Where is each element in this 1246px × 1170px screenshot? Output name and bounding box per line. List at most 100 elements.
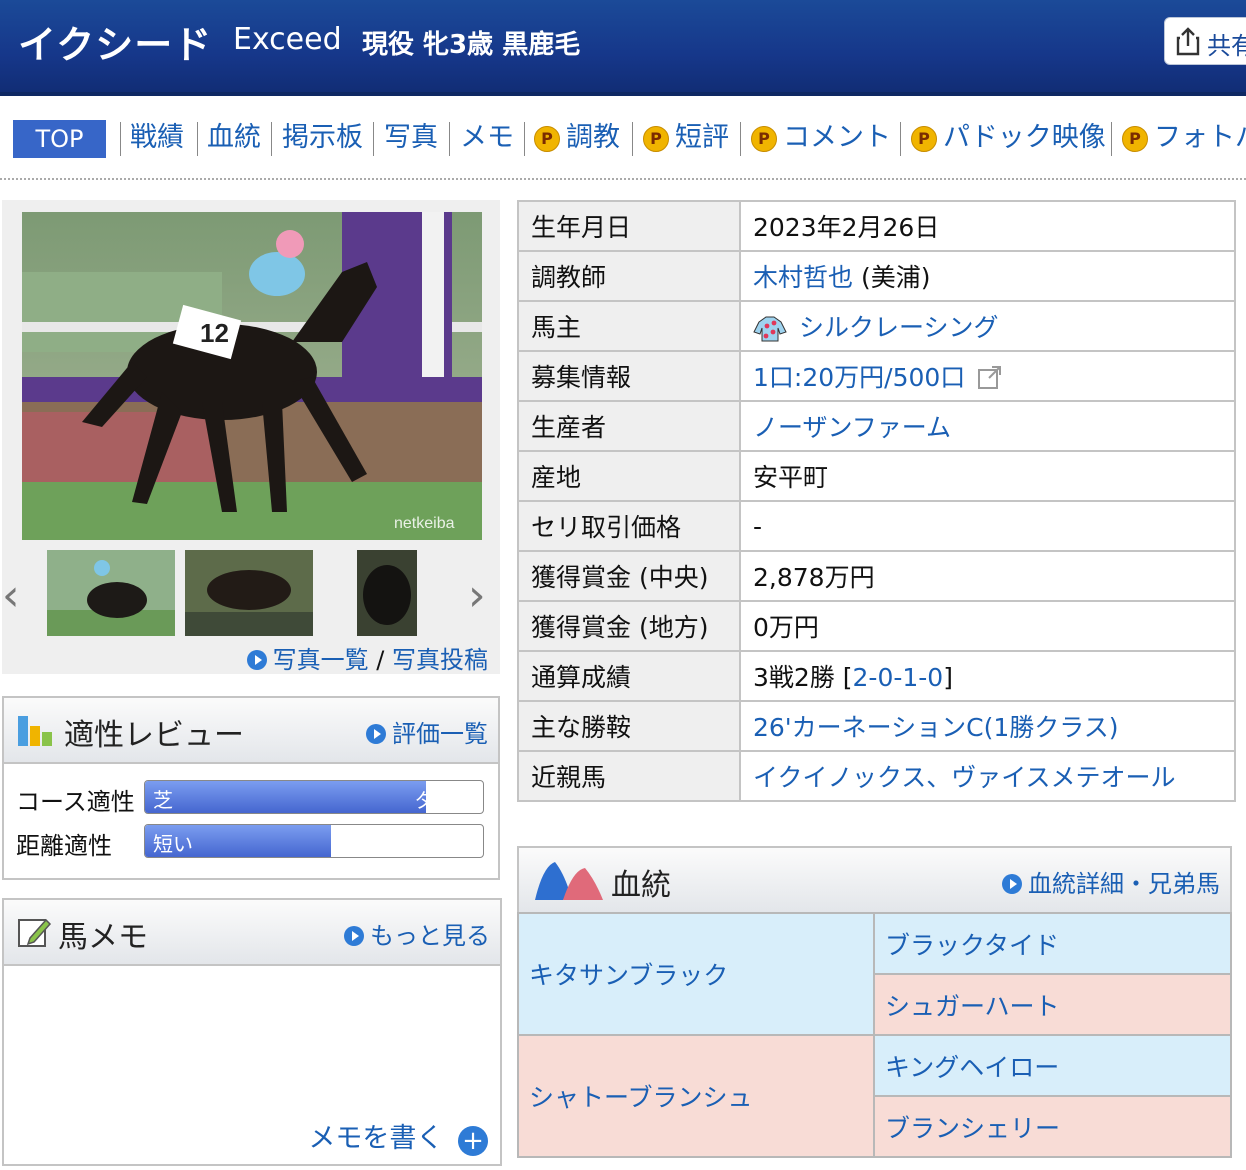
profile-row: 調教師 木村哲也 (美浦) xyxy=(517,250,1236,302)
relatives-link[interactable]: イクイノックス、ヴァイスメテオール xyxy=(753,763,1176,792)
profile-row: 獲得賞金 (中央) 2,878万円 xyxy=(517,550,1236,602)
tab-label: パドック映像 xyxy=(943,122,1106,153)
tab-results[interactable]: 戦績 xyxy=(130,120,184,156)
premium-icon: P xyxy=(643,126,669,152)
profile-row: 主な勝鞍 26'カーネーションC(1勝クラス) xyxy=(517,700,1236,752)
memo-more-label: もっと見る xyxy=(370,922,490,950)
profile-key: 生年月日 xyxy=(517,200,741,252)
auction-price: - xyxy=(739,500,1236,552)
prev-arrow-icon[interactable]: ‹ xyxy=(2,570,20,621)
distance-aptitude-bar: 短い 長い xyxy=(144,824,484,858)
profile-key: 馬主 xyxy=(517,300,741,352)
next-arrow-icon[interactable]: › xyxy=(468,570,486,621)
tab-divider xyxy=(120,122,121,156)
tab-training[interactable]: P 調教 xyxy=(534,120,620,156)
profile-key: セリ取引価格 xyxy=(517,500,741,552)
trainer-location: (美浦) xyxy=(853,263,931,292)
share-label: 共有 xyxy=(1207,32,1246,60)
photo-list-link[interactable]: 写真一覧 xyxy=(273,646,369,674)
tab-bbs[interactable]: 掲示板 xyxy=(282,120,363,156)
nav-divider xyxy=(0,178,1246,180)
dam[interactable]: シャトーブランシュ xyxy=(517,1034,875,1158)
breeder-link[interactable]: ノーザンファーム xyxy=(753,413,951,442)
tab-short-review[interactable]: P 短評 xyxy=(643,120,729,156)
arrow-circle-icon xyxy=(1002,874,1022,894)
profile-key: 調教師 xyxy=(517,250,741,302)
tab-photo[interactable]: 写真 xyxy=(384,120,438,156)
profile-key: 主な勝鞍 xyxy=(517,700,741,752)
profile-key: 通算成績 xyxy=(517,650,741,702)
bar-right-label: ダート xyxy=(415,788,475,812)
photo-watermark: netkeiba xyxy=(394,515,455,532)
photo-panel: 12 netkeiba ‹ › 写真一覧 / 写真投稿 xyxy=(2,200,500,674)
horse-memo: 馬メモ もっと見る メモを書く + xyxy=(2,898,502,1166)
offering-link[interactable]: 1口:20万円/500口 xyxy=(753,363,965,392)
profile-row: 生産者 ノーザンファーム xyxy=(517,400,1236,452)
trainer-link[interactable]: 木村哲也 xyxy=(753,263,853,292)
photo-thumbnail[interactable] xyxy=(47,550,175,636)
horse-name-en: Exceed xyxy=(233,22,342,57)
horse-status: 現役 牝3歳 黒鹿毛 xyxy=(362,30,581,60)
dam-dam[interactable]: ブランシェリー xyxy=(873,1095,1232,1158)
memo-title: 馬メモ xyxy=(58,920,148,955)
tab-paddock-video[interactable]: P パドック映像 xyxy=(911,120,1106,156)
dam-sire[interactable]: キングヘイロー xyxy=(873,1034,1232,1097)
tab-divider xyxy=(1111,122,1112,156)
memo-header: 馬メモ もっと見る xyxy=(4,900,500,966)
aptitude-title: 適性レビュー xyxy=(64,718,244,753)
aptitude-more-link[interactable]: 評価一覧 xyxy=(366,714,488,749)
offering-cell: 1口:20万円/500口 xyxy=(739,350,1236,402)
horse-tabs: TOP 戦績 血統 掲示板 写真 メモ P 調教 P 短評 P コメント P パドック映… xyxy=(0,112,1246,164)
write-memo-link[interactable]: メモを書く + xyxy=(308,1116,488,1156)
aptitude-header: 適性レビュー 評価一覧 xyxy=(4,698,498,764)
pedigree-icon xyxy=(535,862,603,900)
career-record: 3戦2勝 xyxy=(753,663,835,692)
course-aptitude-label: コース適性 xyxy=(16,788,135,816)
arrow-circle-icon xyxy=(246,650,267,670)
photo-link-separator: / xyxy=(376,646,385,674)
tab-top[interactable]: TOP xyxy=(13,120,106,158)
tab-divider xyxy=(373,122,374,156)
main-photo[interactable]: 12 netkeiba xyxy=(22,212,482,540)
aptitude-review: 適性レビュー 評価一覧 コース適性 芝 ダート 距離適性 短い 長い xyxy=(2,696,500,880)
profile-key: 募集情報 xyxy=(517,350,741,402)
tab-divider xyxy=(900,122,901,156)
bar-chart-icon xyxy=(18,716,52,746)
profile-row: 産地 安平町 xyxy=(517,450,1236,502)
profile-row: 募集情報 1口:20万円/500口 xyxy=(517,350,1236,402)
tab-comment[interactable]: P コメント xyxy=(751,120,891,156)
memo-pencil-icon xyxy=(18,918,52,947)
sire-dam[interactable]: シュガーハート xyxy=(873,973,1232,1036)
tab-memo[interactable]: メモ xyxy=(460,120,514,156)
record-breakdown-link[interactable]: 2-0-1-0 xyxy=(853,663,944,692)
tab-pedigree[interactable]: 血統 xyxy=(207,120,261,156)
memo-more-link[interactable]: もっと見る xyxy=(344,916,490,951)
distance-aptitude-label: 距離適性 xyxy=(16,832,112,860)
relatives-cell: イクイノックス、ヴァイスメテオール xyxy=(739,750,1236,802)
tab-divider xyxy=(632,122,633,156)
main-win-link[interactable]: 26'カーネーションC(1勝クラス) xyxy=(753,713,1119,742)
tab-photopaddock[interactable]: Pフォトパ xyxy=(1122,120,1246,156)
owner-cell: シルクレーシング xyxy=(739,300,1236,352)
photo-thumbnail[interactable] xyxy=(357,550,417,636)
plus-icon: + xyxy=(458,1126,488,1156)
sire-sire[interactable]: ブラックタイド xyxy=(873,912,1232,975)
photo-links: 写真一覧 / 写真投稿 xyxy=(246,640,488,675)
write-memo-label: メモを書く xyxy=(308,1123,444,1154)
profile-key: 近親馬 xyxy=(517,750,741,802)
pedigree-detail-link[interactable]: 血統詳細・兄弟馬 xyxy=(1002,864,1220,899)
tab-label: 短評 xyxy=(675,122,729,153)
sire[interactable]: キタサンブラック xyxy=(517,912,875,1036)
owner-link[interactable]: シルクレーシング xyxy=(799,313,999,342)
tab-divider xyxy=(271,122,272,156)
horse-name: イクシード xyxy=(18,23,213,67)
profile-row: 獲得賞金 (地方) 0万円 xyxy=(517,600,1236,652)
photo-thumbnail[interactable] xyxy=(185,550,313,636)
premium-icon: P xyxy=(911,126,937,152)
photo-post-link[interactable]: 写真投稿 xyxy=(392,646,488,674)
profile-table: 生年月日 2023年2月26日 調教師 木村哲也 (美浦) 馬主 シルクレーシング … xyxy=(517,200,1236,802)
pedigree-detail-label: 血統詳細・兄弟馬 xyxy=(1028,870,1220,898)
trainer-cell: 木村哲也 (美浦) xyxy=(739,250,1236,302)
share-button[interactable]: 共有 xyxy=(1164,17,1246,65)
arrow-circle-icon xyxy=(366,724,386,744)
